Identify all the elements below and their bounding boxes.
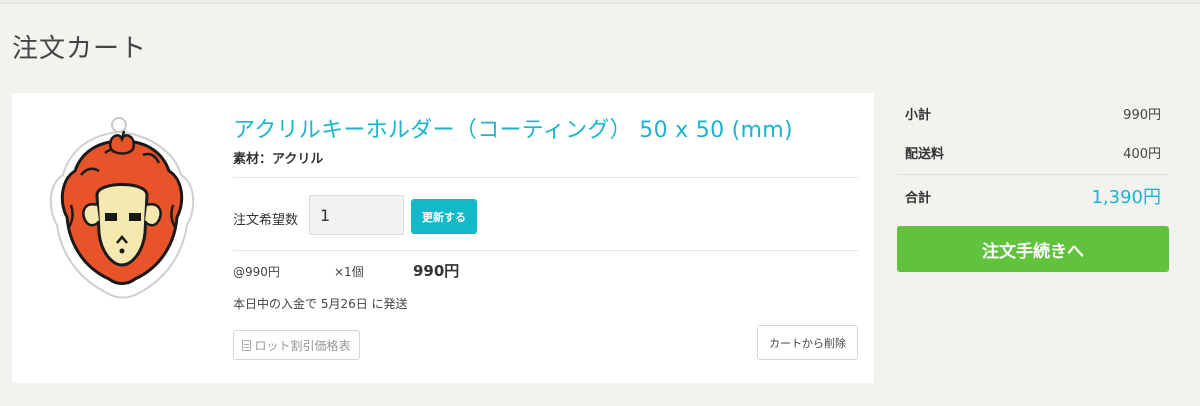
product-thumbnail[interactable] bbox=[47, 113, 197, 303]
cart-item-card: アクリルキーホルダー（コーティング） 50 x 50 (mm) 素材：アクリル … bbox=[12, 93, 874, 383]
quantity-input[interactable] bbox=[309, 195, 404, 235]
lot-discount-label: ロット割引価格表 bbox=[254, 338, 351, 353]
unit-price: @990円 bbox=[233, 265, 280, 279]
page-title: 注文カート bbox=[12, 34, 148, 64]
document-icon bbox=[242, 339, 252, 351]
shipping-label: 配送料 bbox=[905, 147, 945, 162]
subtotal-value: 990円 bbox=[1123, 108, 1161, 123]
divider bbox=[233, 250, 858, 251]
item-info: アクリルキーホルダー（コーティング） 50 x 50 (mm) 素材：アクリル … bbox=[233, 93, 859, 383]
quantity-label: 注文希望数 bbox=[233, 213, 299, 228]
quantity-multiplier: ×1個 bbox=[334, 265, 364, 279]
product-material: 素材：アクリル bbox=[233, 152, 324, 167]
update-button[interactable]: 更新する bbox=[411, 199, 477, 234]
checkout-button[interactable]: 注文手続きへ bbox=[897, 226, 1169, 272]
lot-discount-button[interactable]: ロット割引価格表 bbox=[233, 330, 360, 360]
total-row: 合計 1,390円 bbox=[897, 175, 1169, 217]
remove-from-cart-button[interactable]: カートから削除 bbox=[757, 325, 858, 360]
shipping-note: 本日中の入金で 5月26日 に発送 bbox=[233, 297, 408, 311]
subtotal-label: 小計 bbox=[905, 108, 932, 123]
sheep-keychain-illustration-icon bbox=[49, 117, 195, 299]
shipping-row: 配送料 400円 bbox=[897, 135, 1169, 174]
subtotal-row: 小計 990円 bbox=[897, 93, 1169, 135]
total-value: 1,390円 bbox=[1091, 187, 1161, 208]
shipping-value: 400円 bbox=[1123, 147, 1161, 162]
total-label: 合計 bbox=[905, 191, 932, 206]
divider bbox=[233, 177, 858, 178]
product-title[interactable]: アクリルキーホルダー（コーティング） 50 x 50 (mm) bbox=[233, 112, 793, 144]
order-summary: 小計 990円 配送料 400円 合計 1,390円 bbox=[897, 93, 1169, 217]
line-total: 990円 bbox=[413, 262, 460, 280]
top-bar bbox=[0, 0, 1200, 4]
